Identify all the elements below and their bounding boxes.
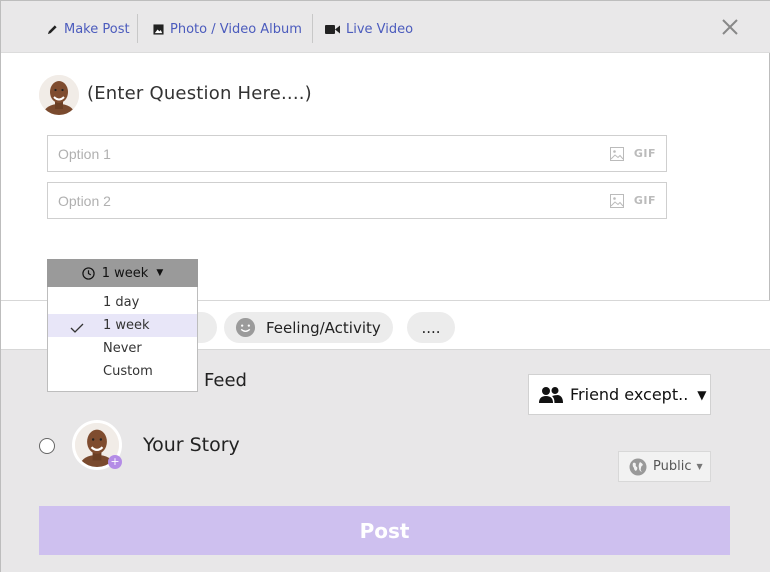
feed-label: Feed (204, 370, 247, 391)
poll-option-1: GIF (47, 135, 667, 172)
smiley-icon (235, 317, 256, 338)
close-icon (722, 19, 738, 35)
post-button[interactable]: Post (39, 506, 730, 555)
add-image-icon[interactable] (610, 194, 624, 213)
tab-live-video[interactable]: Live Video (325, 15, 413, 43)
story-avatar: + (72, 420, 122, 470)
caret-down-icon: ▼ (697, 387, 707, 402)
avatar (39, 75, 79, 115)
globe-icon (629, 458, 647, 476)
story-audience-value: Public (653, 459, 692, 474)
caret-down-icon: ▼ (696, 462, 703, 471)
caret-down-icon: ▼ (156, 268, 164, 278)
tab-photo-video-album-label: Photo / Video Album (170, 21, 302, 37)
image-icon (153, 23, 164, 35)
add-gif-button[interactable]: GIF (634, 194, 656, 207)
more-options-label: .... (421, 318, 441, 337)
duration-option-label: 1 day (103, 295, 140, 310)
tab-make-post-label: Make Post (64, 21, 130, 37)
your-story-label: Your Story (143, 434, 240, 456)
poll-duration-dropdown[interactable]: 1 week ▼ (47, 259, 198, 287)
clock-icon (82, 266, 95, 280)
duration-option-label: 1 week (103, 318, 150, 333)
duration-option-label: Never (103, 341, 142, 356)
duration-option-custom[interactable]: Custom (48, 360, 197, 383)
add-story-plus-icon: + (108, 455, 122, 469)
duration-option-never[interactable]: Never (48, 337, 197, 360)
poll-option-2: GIF (47, 182, 667, 219)
duration-option-1-week[interactable]: 1 week (48, 314, 197, 337)
your-story-radio[interactable] (39, 438, 55, 454)
tab-divider (312, 14, 313, 43)
duration-option-1-day[interactable]: 1 day (48, 291, 197, 314)
option-1-input[interactable] (48, 136, 588, 171)
feeling-activity-label: Feeling/Activity (266, 318, 381, 337)
more-options-button[interactable]: .... (407, 312, 455, 343)
poll-duration-menu: 1 day 1 week Never Custom (47, 287, 198, 392)
friends-icon (539, 386, 563, 404)
tab-divider (137, 14, 138, 43)
close-button[interactable] (719, 16, 741, 38)
duration-option-label: Custom (103, 364, 153, 379)
question-input[interactable]: (Enter Question Here....) (87, 83, 312, 104)
post-type-tabbar: Make Post Photo / Video Album Live Video (1, 1, 770, 53)
create-poll-dialog: Make Post Photo / Video Album Live Video (0, 0, 770, 572)
poll-duration-value: 1 week (101, 265, 149, 281)
pencil-icon (47, 24, 58, 35)
add-image-icon[interactable] (610, 147, 624, 166)
option-2-input[interactable] (48, 183, 588, 218)
story-audience-dropdown[interactable]: Public ▼ (618, 451, 711, 482)
add-gif-button[interactable]: GIF (634, 147, 656, 160)
tab-photo-video-album[interactable]: Photo / Video Album (153, 15, 302, 43)
tab-make-post[interactable]: Make Post (47, 15, 130, 43)
tab-live-video-label: Live Video (346, 21, 414, 37)
feeling-activity-button[interactable]: Feeling/Activity (224, 312, 393, 343)
feed-audience-dropdown[interactable]: Friend except.. ▼ (528, 374, 711, 415)
feed-audience-value: Friend except.. (570, 385, 689, 404)
video-camera-icon (325, 24, 340, 35)
